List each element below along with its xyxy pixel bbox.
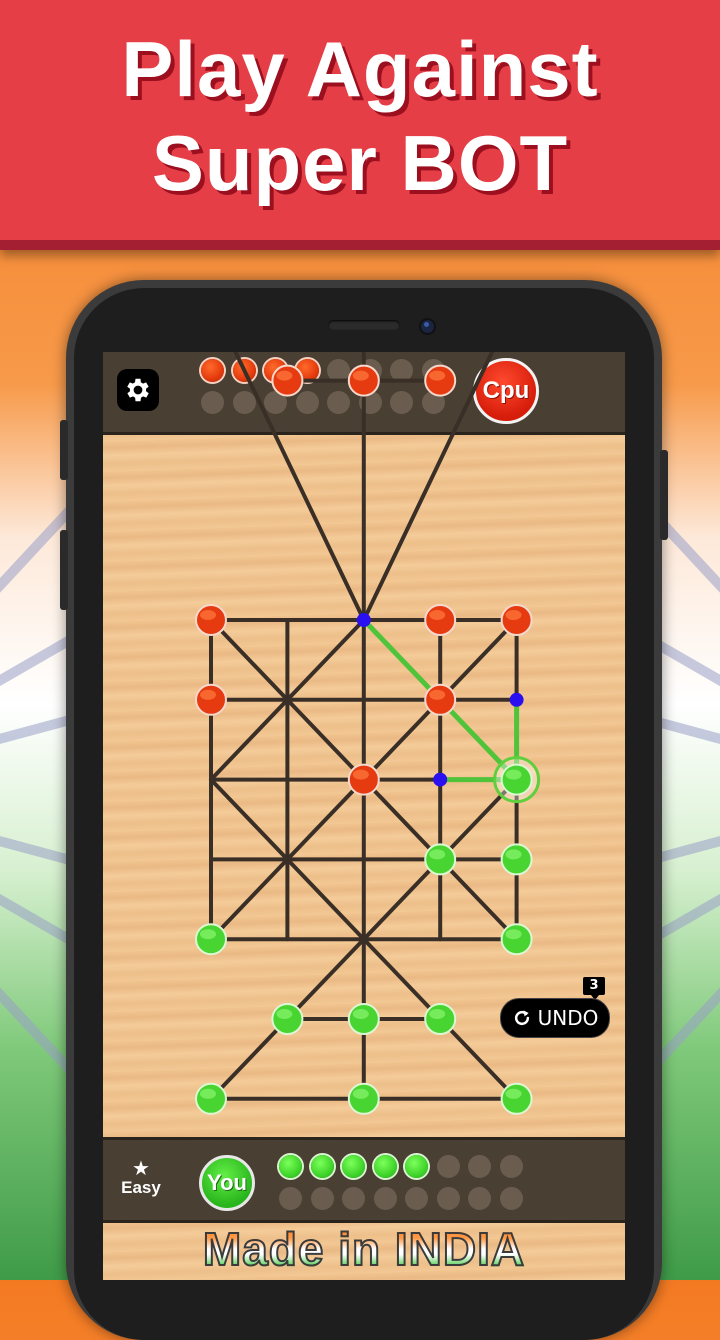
player-piece[interactable] — [195, 1082, 227, 1115]
piece-shine — [429, 849, 446, 860]
player-tray-slot-empty — [436, 1155, 460, 1178]
piece-shine — [200, 689, 216, 700]
move-target-marker[interactable] — [509, 692, 524, 707]
player-piece[interactable] — [500, 923, 533, 956]
phone-power-button — [660, 450, 668, 540]
game-screen: Cpu 3 UNDO ★ Easy You Made in INDIA — [103, 352, 625, 1280]
piece-shine — [505, 769, 522, 780]
undo-count-badge: 3 — [583, 977, 605, 1000]
piece-shine — [276, 1009, 293, 1019]
piece-shine — [200, 929, 216, 940]
piece-shine — [200, 1088, 216, 1099]
piece-shine — [352, 370, 369, 381]
piece-shine — [505, 849, 522, 860]
player-tray-slot-captured — [279, 1155, 302, 1178]
star-icon: ★ — [132, 1156, 150, 1180]
banner-title-line-1: Play Against — [121, 25, 599, 113]
phone-camera — [419, 318, 436, 335]
piece-shine — [429, 1009, 446, 1019]
cpu-piece — [424, 604, 457, 636]
player-piece[interactable] — [500, 763, 533, 796]
undo-button[interactable]: UNDO — [500, 998, 610, 1038]
player-piece[interactable] — [424, 1003, 457, 1035]
player-piece[interactable] — [195, 923, 227, 956]
player-tray-slot-empty — [468, 1155, 491, 1178]
piece-shine — [505, 1088, 522, 1099]
player-tray-slot-empty — [279, 1187, 302, 1210]
piece-shine — [429, 689, 446, 700]
cpu-piece — [424, 683, 457, 716]
player-tray-slot-empty — [468, 1187, 491, 1210]
made-in-india-footer: Made in INDIA — [103, 1222, 625, 1276]
cpu-piece — [424, 364, 457, 397]
cpu-piece — [500, 604, 533, 636]
player-piece[interactable] — [424, 843, 457, 876]
player-tray-slot-empty — [499, 1155, 523, 1178]
piece-shine — [429, 370, 446, 381]
player-tray-slot-empty — [499, 1187, 523, 1210]
move-target-marker[interactable] — [356, 613, 371, 627]
phone-volume-button-2 — [60, 530, 68, 610]
player-tray-slot-empty — [373, 1187, 397, 1210]
cpu-piece — [195, 604, 227, 636]
phone-speaker — [328, 320, 400, 330]
move-path-highlight — [361, 617, 443, 703]
piece-shine — [276, 370, 293, 381]
player-tray-slot-empty — [405, 1187, 428, 1210]
refresh-icon — [514, 1010, 529, 1026]
undo-label: UNDO — [537, 1006, 599, 1030]
player-tray-slot-captured — [310, 1155, 334, 1178]
player-piece[interactable] — [347, 1003, 380, 1035]
phone-volume-button — [60, 420, 68, 480]
piece-shine — [505, 610, 522, 620]
piece-shine — [352, 1088, 369, 1099]
move-target-marker[interactable] — [433, 772, 448, 787]
player-tray-slot-captured — [373, 1155, 397, 1178]
player-piece[interactable] — [271, 1003, 304, 1035]
player-tray-slot-empty — [342, 1187, 365, 1210]
cpu-piece — [347, 763, 380, 796]
player-piece[interactable] — [347, 1082, 380, 1115]
piece-shine — [429, 610, 446, 620]
piece-shine — [352, 1009, 369, 1019]
player-tray-slot-empty — [436, 1187, 460, 1210]
difficulty-label: Easy — [121, 1178, 161, 1197]
player-bar: ★ Easy You — [103, 1137, 625, 1223]
player-tray-slot-empty — [310, 1187, 334, 1210]
player-piece[interactable] — [500, 1082, 533, 1115]
player-piece[interactable] — [500, 843, 533, 876]
banner-title-line-2: Super BOT — [151, 119, 569, 207]
cpu-piece — [271, 364, 304, 397]
difficulty-button[interactable]: ★ Easy — [111, 1158, 171, 1198]
promo-banner: Play Against Super BOT — [0, 0, 720, 250]
cpu-piece — [195, 683, 227, 716]
piece-shine — [505, 929, 522, 940]
player-badge: You — [199, 1155, 255, 1211]
player-tray-slot-captured — [405, 1155, 428, 1178]
piece-shine — [352, 769, 369, 780]
piece-shine — [200, 610, 216, 620]
cpu-piece — [347, 364, 380, 397]
player-tray-slot-captured — [342, 1155, 365, 1178]
